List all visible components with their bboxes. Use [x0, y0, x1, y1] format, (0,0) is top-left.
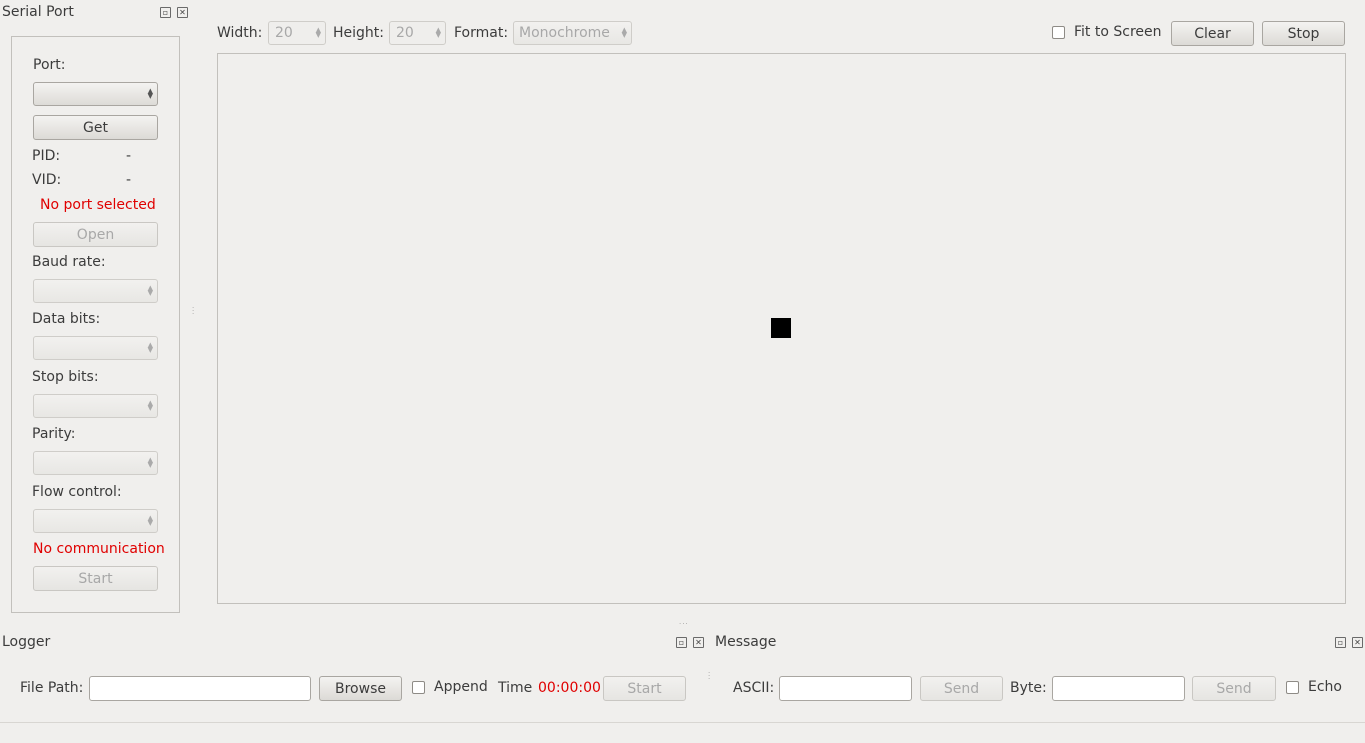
vid-label: VID:	[32, 172, 62, 188]
data-bits-select[interactable]: ▲ ▼	[33, 336, 158, 360]
logger-title: Logger	[2, 634, 51, 650]
byte-input[interactable]	[1052, 676, 1185, 701]
width-value: 20	[275, 25, 293, 41]
echo-label: Echo	[1308, 679, 1342, 695]
flow-control-label: Flow control:	[32, 484, 122, 500]
port-status: No port selected	[40, 197, 156, 213]
spin-arrows-icon: ▲ ▼	[435, 26, 441, 39]
stop-bits-select[interactable]: ▲ ▼	[33, 394, 158, 418]
port-select[interactable]: ▲ ▼	[33, 82, 158, 106]
serial-port-title: Serial Port	[2, 4, 74, 20]
image-canvas	[217, 53, 1346, 604]
width-spinbox[interactable]: 20 ▲ ▼	[268, 21, 326, 45]
message-title: Message	[715, 634, 777, 650]
append-label: Append	[434, 679, 488, 695]
format-label: Format:	[454, 25, 509, 41]
port-label: Port:	[33, 57, 66, 73]
parity-select[interactable]: ▲ ▼	[33, 451, 158, 475]
file-path-label: File Path:	[20, 680, 84, 696]
baud-rate-label: Baud rate:	[32, 254, 106, 270]
get-button[interactable]: Get	[33, 115, 158, 140]
ascii-input[interactable]	[779, 676, 912, 701]
fit-to-screen-checkbox[interactable]	[1052, 26, 1065, 39]
float-icon[interactable]: ▫	[1335, 637, 1346, 648]
spin-arrows-icon: ▲ ▼	[147, 456, 153, 469]
close-icon[interactable]: ✕	[177, 7, 188, 18]
stop-button[interactable]: Stop	[1262, 21, 1345, 46]
ascii-label: ASCII:	[733, 680, 775, 696]
comm-status: No communication	[33, 541, 165, 557]
open-button[interactable]: Open	[33, 222, 158, 247]
time-value: 00:00:00	[538, 680, 601, 696]
float-icon[interactable]: ▫	[160, 7, 171, 18]
append-checkbox[interactable]	[412, 681, 425, 694]
close-icon[interactable]: ✕	[693, 637, 704, 648]
spin-arrows-icon: ▲ ▼	[147, 341, 153, 354]
flow-control-select[interactable]: ▲ ▼	[33, 509, 158, 533]
browse-button[interactable]: Browse	[319, 676, 402, 701]
spin-arrows-icon: ▲ ▼	[621, 26, 627, 39]
clear-button[interactable]: Clear	[1171, 21, 1254, 46]
serial-start-button[interactable]: Start	[33, 566, 158, 591]
image-pixel-block	[771, 318, 791, 338]
splitter-handle-horizontal[interactable]: ···	[679, 621, 689, 628]
format-value: Monochrome	[519, 25, 610, 41]
data-bits-label: Data bits:	[32, 311, 101, 327]
vid-value: -	[126, 172, 132, 188]
stop-bits-label: Stop bits:	[32, 369, 99, 385]
byte-label: Byte:	[1010, 680, 1047, 696]
baud-rate-select[interactable]: ▲ ▼	[33, 279, 158, 303]
splitter-handle[interactable]: · · ·	[708, 670, 710, 683]
width-label: Width:	[217, 25, 263, 41]
close-icon[interactable]: ✕	[1352, 637, 1363, 648]
file-path-input[interactable]	[89, 676, 311, 701]
pid-value: -	[126, 148, 132, 164]
pid-label: PID:	[32, 148, 61, 164]
float-icon[interactable]: ▫	[676, 637, 687, 648]
status-bar	[0, 723, 1365, 743]
spin-arrows-icon: ▲ ▼	[315, 26, 321, 39]
send-ascii-button[interactable]: Send	[920, 676, 1003, 701]
fit-to-screen-label: Fit to Screen	[1074, 24, 1162, 40]
spin-arrows-icon: ▲ ▼	[147, 284, 153, 297]
time-label: Time	[498, 680, 533, 696]
spin-arrows-icon: ▲ ▼	[147, 514, 153, 527]
send-byte-button[interactable]: Send	[1192, 676, 1276, 701]
logger-start-button[interactable]: Start	[603, 676, 686, 701]
splitter-handle[interactable]: · · ·	[192, 305, 194, 318]
height-value: 20	[396, 25, 414, 41]
height-label: Height:	[333, 25, 384, 41]
echo-checkbox[interactable]	[1286, 681, 1299, 694]
height-spinbox[interactable]: 20 ▲ ▼	[389, 21, 446, 45]
parity-label: Parity:	[32, 426, 76, 442]
format-select[interactable]: Monochrome ▲ ▼	[513, 21, 632, 45]
spin-arrows-icon: ▲ ▼	[147, 399, 153, 412]
spin-arrows-icon: ▲ ▼	[147, 87, 153, 100]
